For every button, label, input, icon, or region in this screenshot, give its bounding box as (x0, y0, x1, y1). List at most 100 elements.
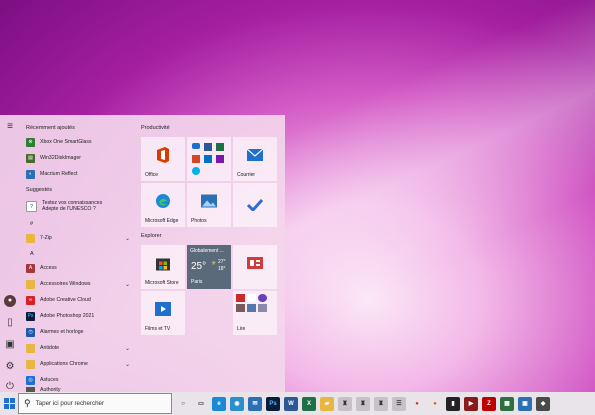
settings-gear-icon[interactable]: ⚙ (4, 361, 16, 373)
app-access[interactable]: A Access (22, 261, 132, 275)
word-icon[interactable]: W (284, 396, 298, 411)
folder-icon (26, 279, 35, 289)
folder-icon (26, 359, 35, 369)
chrome-icon[interactable]: ● (410, 396, 424, 411)
documents-icon[interactable]: ▯ (4, 317, 16, 329)
tile-films-tv[interactable]: Films et TV (141, 291, 185, 335)
letter-header-hash[interactable]: # (30, 221, 33, 227)
app-icon (258, 304, 267, 312)
tile-mail[interactable]: Courrier (233, 137, 277, 181)
app-7zip[interactable]: 7-Zip ⌄ (22, 231, 132, 245)
app-photoshop[interactable]: Ps Adobe Photoshop 2021 (22, 309, 132, 323)
tile-label: Lire (237, 326, 246, 332)
app-alarmes-horloge[interactable]: ◷ Alarmes et horloge (22, 325, 132, 339)
tile-microsoft-edge[interactable]: Microsoft Edge (141, 183, 185, 227)
edge-icon (156, 194, 170, 209)
app-xbox-smartglass[interactable]: ⊗ Xbox One SmartGlass (22, 135, 132, 149)
tile-office[interactable]: Office (141, 137, 185, 181)
weather-low: 18° (218, 266, 226, 272)
tile-group-productivity[interactable]: Productivité (141, 125, 170, 131)
chevron-down-icon[interactable]: ⌄ (125, 281, 130, 288)
user-avatar[interactable]: ● (4, 295, 16, 307)
tile-microsoft-store[interactable]: Microsoft Store (141, 245, 185, 289)
taskbar: ⚲ Taper ici pour rechercher ○ ▭ e ◉ ✉ Ps W X ▰ ♜ ♜… (0, 392, 595, 415)
chevron-down-icon[interactable]: ⌄ (125, 345, 130, 352)
access-icon: A (26, 263, 35, 273)
excel-icon[interactable]: X (302, 396, 316, 411)
chevron-down-icon[interactable]: ⌄ (125, 361, 130, 368)
windows-logo-icon (3, 398, 15, 409)
movies-icon (155, 302, 171, 317)
app-applications-chrome[interactable]: Applications Chrome ⌄ (22, 357, 132, 371)
sun-icon: ☀ (211, 261, 217, 267)
suggested-header: Suggestés (26, 187, 52, 193)
tile-group-explore[interactable]: Explorer (141, 233, 161, 239)
firefox-icon[interactable]: ● (428, 396, 442, 411)
tile-weather[interactable]: Globalement ... 25° ☀ 27° 18° Paris (187, 245, 231, 289)
app-icon-5[interactable]: ▦ (500, 396, 514, 411)
folder-icon (26, 343, 35, 353)
app-icon-4[interactable]: ♜ (374, 396, 388, 411)
clock-icon: ◷ (26, 327, 35, 337)
news-icon (247, 257, 263, 270)
media-icon[interactable]: ▶ (464, 396, 478, 411)
tile-news[interactable] (233, 245, 277, 289)
hamburger-menu-icon[interactable]: ≡ (4, 121, 16, 133)
app-icon[interactable]: ◉ (230, 396, 244, 411)
search-icon: ⚲ (24, 398, 31, 408)
chevron-down-icon[interactable]: ⌄ (125, 235, 130, 242)
app-win32diskimager[interactable]: ▤ Win32DiskImager (22, 151, 132, 165)
edge-icon[interactable]: e (212, 396, 226, 411)
tile-label: Microsoft Store (145, 280, 179, 286)
start-button[interactable] (0, 392, 18, 415)
folder-icon (26, 233, 35, 243)
app-icon-2[interactable]: ♜ (338, 396, 352, 411)
tile-label: Films et TV (145, 326, 171, 332)
start-menu-rail: ≡ ● ▯ ▣ ⚙ ⏻ (0, 115, 20, 392)
app-creative-cloud[interactable]: ∞ Adobe Creative Cloud (22, 293, 132, 307)
search-placeholder: Taper ici pour rechercher (35, 400, 105, 407)
filezilla-icon[interactable]: Z (482, 396, 496, 411)
weather-city: Paris (191, 279, 203, 285)
photoshop-icon[interactable]: Ps (266, 396, 280, 411)
taskbar-search-box[interactable]: ⚲ Taper ici pour rechercher (18, 393, 172, 414)
terminal-icon[interactable]: ▮ (446, 396, 460, 411)
macrium-icon: ◐ (26, 169, 35, 179)
app-label: Applications Chrome (40, 361, 88, 367)
app-label: Macrium Reflect (40, 171, 78, 177)
app-icon-6[interactable]: ◆ (536, 396, 550, 411)
app-list: Récemment ajoutés ⊗ Xbox One SmartGlass … (22, 121, 134, 393)
onedrive-icon (192, 143, 200, 149)
suggested-line-2: Adepte de l'UNESCO ? (42, 206, 96, 212)
app-macrium-reflect[interactable]: ◐ Macrium Reflect (22, 167, 132, 181)
app-icon-3[interactable]: ♜ (356, 396, 370, 411)
tile-label: Photos (191, 218, 207, 224)
photos-icon (201, 194, 217, 208)
checkmark-icon (247, 199, 263, 211)
tiles-area: Productivité Office Courrier Microsoft E… (141, 121, 281, 391)
task-view-icon[interactable]: ▭ (194, 396, 208, 411)
app-label: Accessoires Windows (40, 281, 91, 287)
app-icon (258, 294, 267, 302)
cortana-icon[interactable]: ○ (176, 396, 190, 411)
recently-added-header: Récemment ajoutés (26, 125, 75, 131)
tile-label: Office (145, 172, 158, 178)
tile-photos[interactable]: Photos (187, 183, 231, 227)
letter-header-a[interactable]: A (30, 251, 34, 257)
mail-icon[interactable]: ✉ (248, 396, 262, 411)
app-accessoires-windows[interactable]: Accessoires Windows ⌄ (22, 277, 132, 291)
photos-tb-icon[interactable]: ▣ (518, 396, 532, 411)
suggested-item[interactable]: ? Testez vos connaissances Adepte de l'U… (22, 199, 132, 217)
app-antidote[interactable]: Antidote ⌄ (22, 341, 132, 355)
app-astuces[interactable]: ◎ Astuces (22, 373, 132, 387)
pictures-icon[interactable]: ▣ (4, 339, 16, 351)
tile-office-apps-group[interactable] (187, 137, 231, 181)
excel-icon (216, 143, 224, 151)
disk-imager-icon: ▤ (26, 153, 35, 163)
app-label: Adobe Photoshop 2021 (40, 313, 95, 319)
tile-label: Microsoft Edge (145, 218, 179, 224)
folder-icon[interactable]: ▰ (320, 396, 334, 411)
tile-lire[interactable]: Lire (233, 291, 277, 335)
notes-icon[interactable]: ☰ (392, 396, 406, 411)
tile-todo[interactable] (233, 183, 277, 227)
